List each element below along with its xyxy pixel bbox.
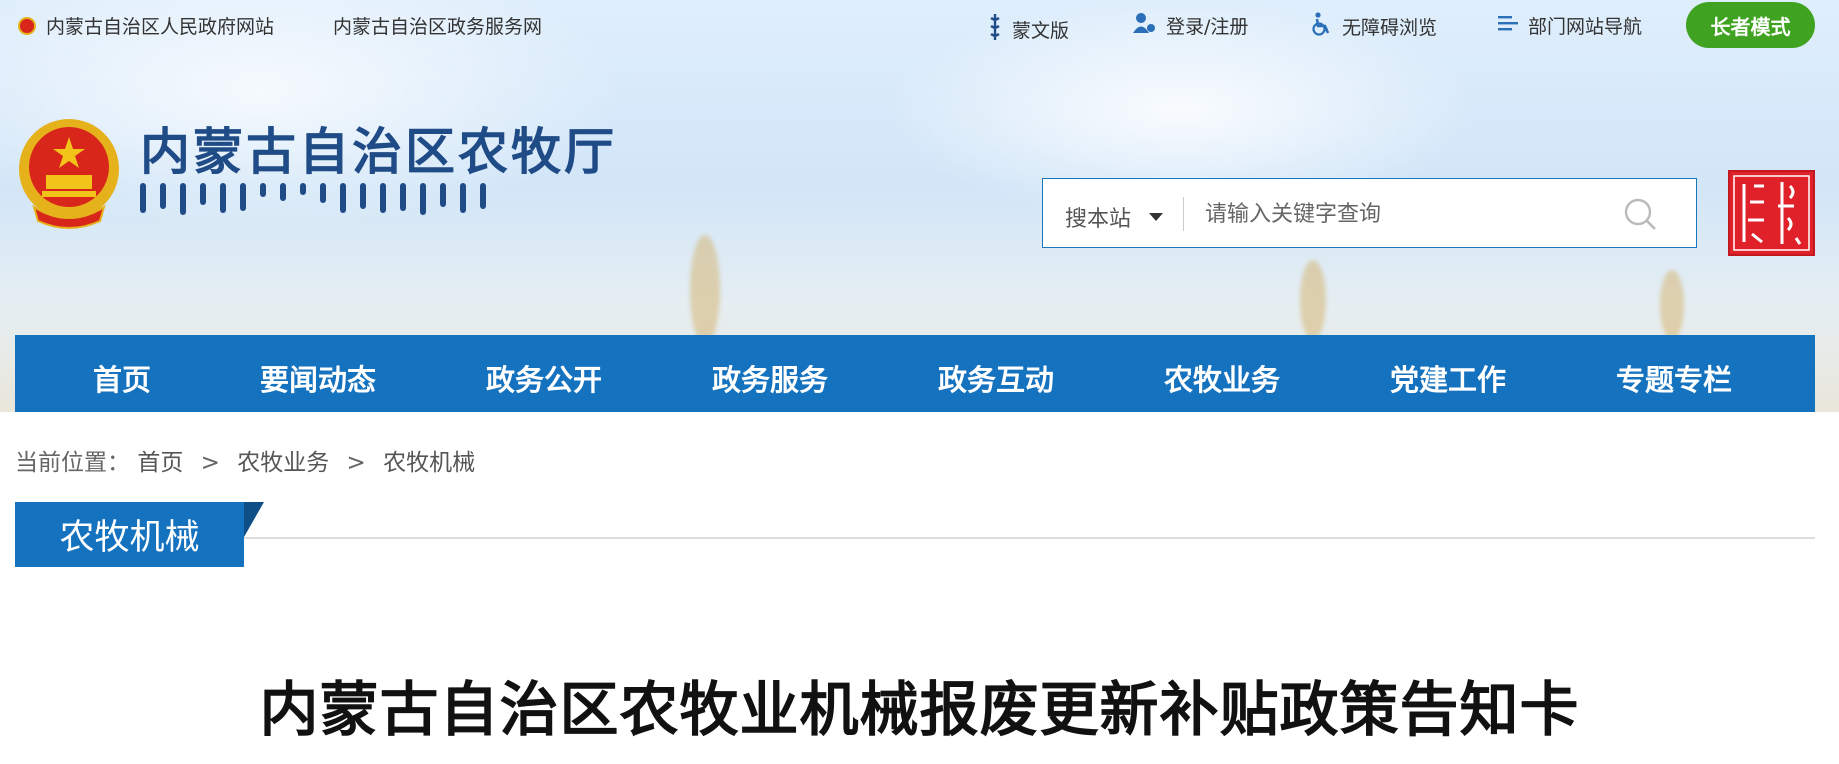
- wheelchair-icon: [1310, 12, 1332, 41]
- search-scope-select[interactable]: 搜本站: [1065, 201, 1164, 233]
- nav-item-special-topics[interactable]: 专题专栏: [1616, 357, 1732, 399]
- wheat-decoration: [1300, 260, 1326, 340]
- breadcrumb-agri-machinery[interactable]: 农牧机械: [383, 450, 475, 476]
- search-bar: 搜本站: [1042, 178, 1697, 248]
- search-icon[interactable]: [1623, 197, 1657, 231]
- nav-item-party-building[interactable]: 党建工作: [1390, 357, 1506, 399]
- breadcrumb-separator: >: [200, 450, 220, 476]
- search-divider: [1183, 197, 1184, 231]
- nav-item-gov-services[interactable]: 政务服务: [712, 357, 828, 399]
- mongolian-version-link[interactable]: 蒙文版: [988, 12, 1069, 47]
- breadcrumb-home[interactable]: 首页: [137, 450, 183, 476]
- dept-nav-link[interactable]: 部门网站导航: [1498, 12, 1642, 39]
- breadcrumb-prefix: 当前位置：: [15, 450, 130, 476]
- inner-mongolia-seal-icon: [1728, 170, 1815, 256]
- user-icon: [1132, 12, 1156, 39]
- login-link[interactable]: 登录/注册: [1132, 12, 1248, 39]
- accessibility-label: 无障碍浏览: [1342, 17, 1438, 39]
- wheat-decoration: [690, 235, 720, 345]
- service-site-label: 内蒙古自治区政务服务网: [333, 16, 543, 38]
- section-title: 农牧机械: [15, 502, 244, 567]
- search-input[interactable]: [1203, 193, 1627, 235]
- breadcrumb-separator: >: [346, 450, 366, 476]
- gov-site-link[interactable]: 内蒙古自治区人民政府网站: [18, 12, 274, 39]
- mongolian-version-label: 蒙文版: [1012, 20, 1070, 42]
- nav-item-gov-affairs-open[interactable]: 政务公开: [486, 357, 602, 399]
- national-emblem-icon: [16, 117, 122, 231]
- mongolian-script-icon: [140, 183, 580, 219]
- elder-mode-button[interactable]: 长者模式: [1686, 2, 1815, 48]
- menu-icon: [1498, 14, 1518, 37]
- nav-item-news[interactable]: 要闻动态: [260, 357, 376, 399]
- dropdown-caret-icon: [1149, 213, 1164, 221]
- nav-item-agri-business[interactable]: 农牧业务: [1164, 357, 1280, 399]
- nav-item-home[interactable]: 首页: [93, 357, 151, 399]
- wheat-decoration: [1660, 270, 1684, 340]
- search-scope-label: 搜本站: [1065, 207, 1132, 232]
- section-tab-notch: [244, 502, 264, 537]
- service-site-link[interactable]: 内蒙古自治区政务服务网: [333, 12, 542, 39]
- login-label: 登录/注册: [1166, 16, 1249, 38]
- main-navigation: 首页 要闻动态 政务公开 政务服务 政务互动 农牧业务 党建工作 专题专栏: [15, 335, 1815, 412]
- gov-site-label: 内蒙古自治区人民政府网站: [46, 16, 275, 38]
- article-title: 内蒙古自治区农牧业机械报废更新补贴政策告知卡: [259, 675, 1580, 744]
- dept-nav-label: 部门网站导航: [1528, 16, 1643, 38]
- site-title: 内蒙古自治区农牧厅: [140, 122, 617, 181]
- accessibility-link[interactable]: 无障碍浏览: [1310, 12, 1437, 41]
- section-divider: [15, 537, 1815, 539]
- emblem-icon: [18, 16, 36, 35]
- breadcrumb: 当前位置： 首页 > 农牧业务 > 农牧机械: [15, 443, 475, 477]
- breadcrumb-agri-business[interactable]: 农牧业务: [237, 450, 329, 476]
- mongolian-script-icon: [988, 12, 1002, 47]
- nav-item-interaction[interactable]: 政务互动: [938, 357, 1054, 399]
- top-utility-bar: 内蒙古自治区人民政府网站 内蒙古自治区政务服务网 蒙文版 登录/注册 无障碍浏览…: [0, 0, 1839, 48]
